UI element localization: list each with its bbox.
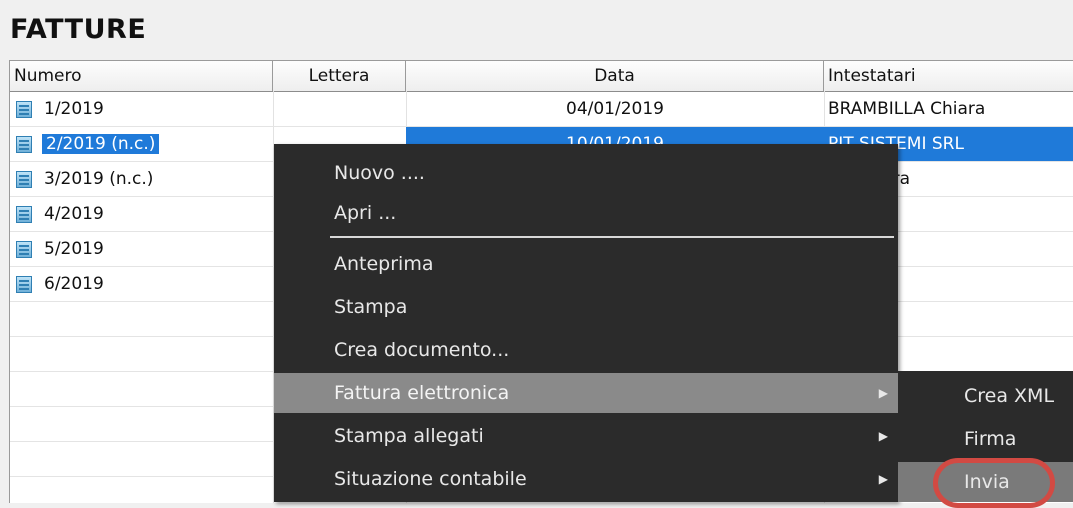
invoice-doc-icon <box>16 276 32 293</box>
invoice-doc-icon <box>16 206 32 223</box>
column-header-data[interactable]: Data <box>406 61 824 91</box>
column-header-intestatari[interactable]: Intestatari <box>824 61 1073 91</box>
menu-item-crea-documento[interactable]: Crea documento... <box>274 330 898 370</box>
menu-item-label: Apri ... <box>334 202 397 224</box>
menu-item-label: Nuovo .... <box>334 162 425 184</box>
menu-item-stampa[interactable]: Stampa <box>274 287 898 327</box>
menu-item-anteprima[interactable]: Anteprima <box>274 244 898 284</box>
cell-numero: 5/2019 <box>16 232 273 266</box>
menu-item-label: Stampa allegati <box>334 425 484 447</box>
cell-numero: 3/2019 (n.c.) <box>16 162 273 196</box>
table-row[interactable]: 1/2019 04/01/2019 BRAMBILLA Chiara <box>10 92 1073 127</box>
menu-item-nuovo[interactable]: Nuovo .... <box>274 153 898 193</box>
submenu-item-crea-xml[interactable]: Crea XML <box>898 376 1073 416</box>
cell-numero-text: 3/2019 (n.c.) <box>44 169 154 189</box>
column-header-numero[interactable]: Numero <box>10 61 273 91</box>
menu-item-label: Stampa <box>334 296 408 318</box>
triangle-right-icon: ▶ <box>878 386 888 400</box>
cell-numero: 1/2019 <box>16 92 273 126</box>
invoice-doc-icon <box>16 101 32 118</box>
menu-item-stampa-allegati[interactable]: Stampa allegati ▶ <box>274 416 898 456</box>
invoice-doc-icon <box>16 241 32 258</box>
cell-numero: 2/2019 (n.c.) <box>16 127 273 161</box>
menu-item-situazione-contabile[interactable]: Situazione contabile ▶ <box>274 459 898 499</box>
cell-numero-text: 1/2019 <box>44 99 104 119</box>
menu-item-label: Anteprima <box>334 253 434 275</box>
menu-item-apri[interactable]: Apri ... <box>274 193 898 233</box>
window-title: FATTURE <box>10 14 147 45</box>
triangle-right-icon: ▶ <box>878 429 888 443</box>
cell-numero: 6/2019 <box>16 267 273 301</box>
triangle-right-icon: ▶ <box>878 472 888 486</box>
submenu-item-firma[interactable]: Firma <box>898 419 1073 459</box>
cell-numero-text: 2/2019 (n.c.) <box>42 134 160 154</box>
grid-header: Numero Lettera Data Intestatari <box>10 61 1073 92</box>
cell-numero: 4/2019 <box>16 197 273 231</box>
cell-data: 04/01/2019 <box>566 99 664 119</box>
cell-intestatari: BRAMBILLA Chiara <box>828 99 986 119</box>
context-menu: Nuovo .... Apri ... Anteprima Stampa Cre… <box>274 144 898 502</box>
menu-item-fattura-elettronica[interactable]: Fattura elettronica ▶ <box>274 373 898 413</box>
column-header-lettera[interactable]: Lettera <box>273 61 406 91</box>
menu-item-label: Crea documento... <box>334 339 510 361</box>
submenu-item-label: Crea XML <box>964 385 1055 407</box>
menu-item-label: Fattura elettronica <box>334 382 510 404</box>
cell-numero-text: 4/2019 <box>44 204 104 224</box>
menu-item-label: Situazione contabile <box>334 468 527 490</box>
invoice-doc-icon <box>16 171 32 188</box>
invoice-doc-icon <box>16 136 32 153</box>
highlight-ring <box>933 458 1055 508</box>
cell-numero-text: 6/2019 <box>44 274 104 294</box>
menu-separator <box>330 236 894 238</box>
cell-numero-text: 5/2019 <box>44 239 104 259</box>
submenu-item-label: Firma <box>964 428 1017 450</box>
